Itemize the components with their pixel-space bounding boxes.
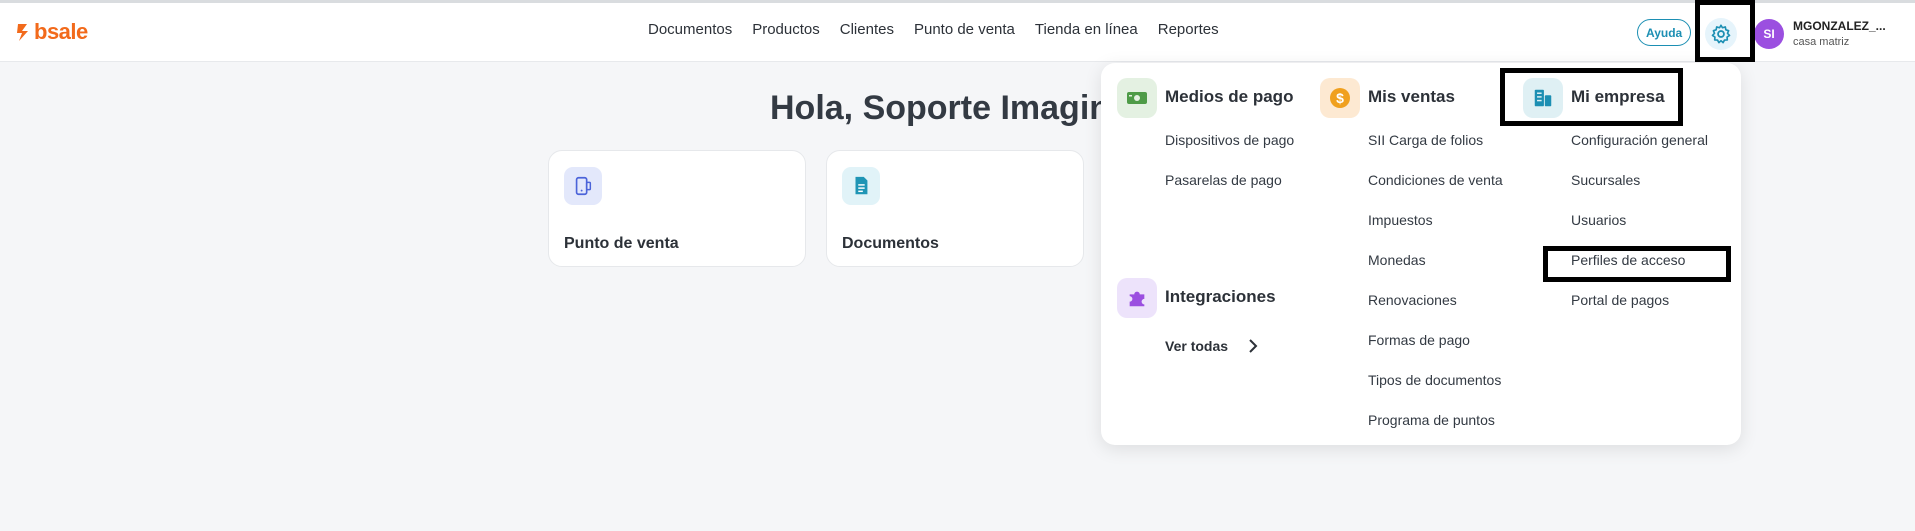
menu-item-condiciones-de-venta[interactable]: Condiciones de venta <box>1368 172 1503 188</box>
bolt-icon <box>17 24 28 41</box>
integraciones-title: Integraciones <box>1165 287 1276 306</box>
user-branch: casa matriz <box>1793 36 1850 48</box>
chevron-right-icon <box>1249 339 1258 353</box>
ver-todas-link[interactable]: Ver todas <box>1165 338 1258 354</box>
bsale-logo[interactable]: bsale <box>16 19 88 45</box>
medios-de-pago-title: Medios de pago <box>1165 87 1294 106</box>
menu-item-portal-de-pagos[interactable]: Portal de pagos <box>1571 292 1669 308</box>
nav-documentos[interactable]: Documentos <box>648 21 732 38</box>
ver-todas-label: Ver todas <box>1165 338 1229 354</box>
menu-item-impuestos[interactable]: Impuestos <box>1368 212 1433 228</box>
highlight-box-settings <box>1695 0 1755 62</box>
card-title: Documentos <box>842 235 939 252</box>
top-header: bsale Documentos Productos Clientes Punt… <box>0 3 1915 62</box>
menu-item-tipos-de-documentos[interactable]: Tipos de documentos <box>1368 372 1501 388</box>
menu-item-pasarelas-de-pago[interactable]: Pasarelas de pago <box>1165 172 1282 188</box>
mis-ventas-title: Mis ventas <box>1368 87 1455 106</box>
svg-text:$: $ <box>1336 90 1344 106</box>
menu-item-sucursales[interactable]: Sucursales <box>1571 172 1640 188</box>
menu-item-dispositivos-de-pago[interactable]: Dispositivos de pago <box>1165 132 1294 148</box>
greeting-heading: Hola, Soporte Imagin <box>770 89 1105 127</box>
money-icon <box>1117 78 1157 118</box>
nav-reportes[interactable]: Reportes <box>1158 21 1219 38</box>
menu-item-monedas[interactable]: Monedas <box>1368 252 1426 268</box>
highlight-box-perfiles-de-acceso <box>1543 246 1731 282</box>
menu-item-programa-de-puntos[interactable]: Programa de puntos <box>1368 412 1495 428</box>
main-nav: Documentos Productos Clientes Punto de v… <box>648 21 1219 38</box>
card-documentos[interactable]: Documentos <box>826 150 1084 267</box>
card-title: Punto de venta <box>564 235 679 252</box>
pos-device-icon <box>564 167 602 205</box>
menu-item-sii-carga-de-folios[interactable]: SII Carga de folios <box>1368 132 1483 148</box>
card-punto-de-venta[interactable]: Punto de venta <box>548 150 806 267</box>
nav-punto-de-venta[interactable]: Punto de venta <box>914 21 1015 38</box>
puzzle-icon <box>1117 278 1157 318</box>
menu-item-usuarios[interactable]: Usuarios <box>1571 212 1626 228</box>
menu-item-configuracion-general[interactable]: Configuración general <box>1571 132 1708 148</box>
menu-item-formas-de-pago[interactable]: Formas de pago <box>1368 332 1470 348</box>
user-name[interactable]: MGONZALEZ_... <box>1793 19 1886 33</box>
logo-text: bsale <box>34 19 88 44</box>
dollar-coin-icon: $ <box>1320 78 1360 118</box>
document-icon <box>842 167 880 205</box>
nav-tienda-en-linea[interactable]: Tienda en línea <box>1035 21 1138 38</box>
menu-item-renovaciones[interactable]: Renovaciones <box>1368 292 1457 308</box>
nav-productos[interactable]: Productos <box>752 21 820 38</box>
nav-clientes[interactable]: Clientes <box>840 21 894 38</box>
highlight-box-mi-empresa <box>1500 68 1683 126</box>
help-button[interactable]: Ayuda <box>1637 19 1692 46</box>
user-avatar[interactable]: SI <box>1754 19 1784 49</box>
